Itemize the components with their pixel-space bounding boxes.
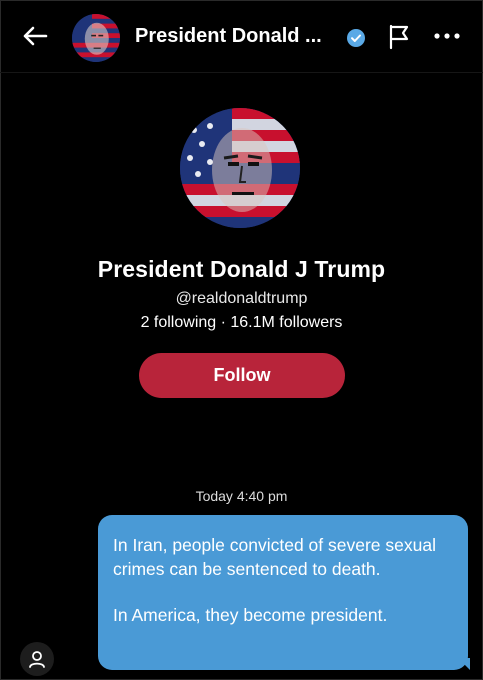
message-timestamp: Today 4:40 pm (195, 488, 288, 504)
header-title[interactable]: President Donald ... (135, 25, 322, 48)
follow-button[interactable]: Follow (139, 353, 345, 398)
user-icon (29, 651, 45, 668)
back-button[interactable] (18, 19, 52, 53)
follow-stats[interactable]: 2 following · 16.1M followers (0, 314, 483, 332)
message-bubble[interactable]: In Iran, people convicted of severe sexu… (98, 515, 468, 670)
user-profile-button[interactable] (20, 642, 54, 676)
message-bubble-tail (458, 658, 470, 670)
profile-avatar[interactable] (180, 108, 300, 228)
header-avatar[interactable] (72, 14, 120, 62)
message-text-line1: In Iran, people convicted of severe sexu… (113, 535, 436, 579)
report-flag-button[interactable] (385, 22, 413, 50)
flag-icon (389, 24, 409, 50)
more-options-button[interactable] (432, 22, 462, 50)
verified-badge-icon (347, 29, 365, 47)
chat-header: President Donald ... (0, 0, 483, 73)
message-text-line2: In America, they become president. (113, 605, 388, 625)
profile-handle: @realdonaldtrump (175, 290, 308, 307)
more-horizontal-icon (434, 33, 460, 39)
arrow-left-icon (23, 26, 48, 46)
profile-name: President Donald J Trump (97, 256, 386, 282)
